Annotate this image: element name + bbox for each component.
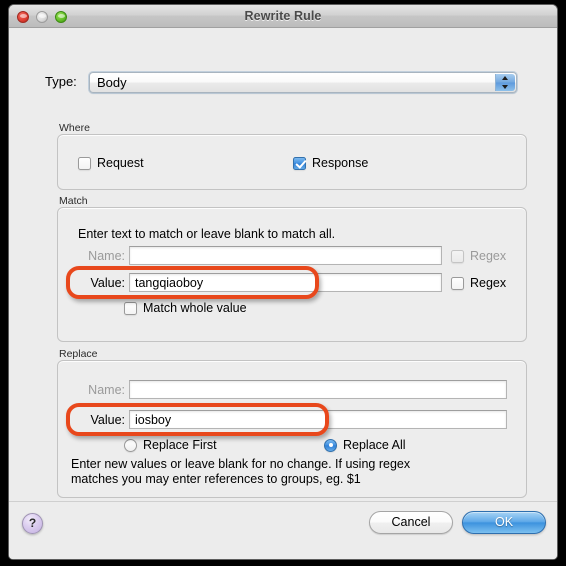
checkbox-match-whole-value[interactable]: Match whole value — [124, 301, 247, 315]
replace-name-input[interactable] — [129, 380, 507, 399]
chevron-updown-icon — [495, 74, 515, 91]
radio-replace-all[interactable]: Replace All — [324, 438, 406, 452]
checkbox-response[interactable]: Response — [293, 156, 368, 170]
replace-group-label: Replace — [59, 348, 98, 360]
window-title: Rewrite Rule — [244, 9, 322, 23]
type-row: Type: Body — [9, 72, 557, 94]
replace-value-label: Value: — [90, 413, 125, 427]
radio-replace-all-label: Replace All — [343, 438, 406, 452]
match-group-label: Match — [59, 195, 88, 207]
window-titlebar: Rewrite Rule — [9, 5, 557, 28]
checkbox-response-box[interactable] — [293, 156, 306, 170]
cancel-button[interactable]: Cancel — [369, 511, 453, 534]
type-select[interactable]: Body — [89, 72, 517, 93]
match-name-input[interactable] — [129, 246, 442, 265]
radio-replace-first-dot[interactable] — [124, 438, 137, 452]
replace-hint-line-1: Enter new values or leave blank for no c… — [71, 457, 411, 471]
match-value-label: Value: — [90, 276, 125, 290]
replace-name-label: Name: — [88, 383, 125, 397]
match-name-label: Name: — [88, 249, 125, 263]
checkbox-match-value-regex-label: Regex — [470, 276, 507, 290]
replace-hint-line-2: matches you may enter references to grou… — [71, 472, 361, 486]
match-hint: Enter text to match or leave blank to ma… — [78, 227, 336, 241]
match-value-input[interactable]: tangqiaoboy — [129, 273, 442, 292]
type-label: Type: — [45, 74, 77, 89]
checkbox-match-whole-value-label: Match whole value — [143, 301, 247, 315]
match-value-text: tangqiaoboy — [135, 276, 204, 290]
dialog-footer: ? Cancel OK — [9, 501, 557, 559]
checkbox-match-value-regex-box[interactable] — [451, 276, 464, 290]
radio-replace-first[interactable]: Replace First — [124, 438, 217, 452]
checkbox-match-name-regex: Regex — [451, 249, 506, 263]
where-group-label: Where — [59, 122, 90, 134]
dialog-content: Type: Body Where Request Response Match … — [9, 28, 557, 559]
type-select-value: Body — [97, 75, 127, 90]
ok-button[interactable]: OK — [462, 511, 546, 534]
checkbox-request[interactable]: Request — [78, 156, 144, 170]
checkbox-match-whole-value-box[interactable] — [124, 301, 137, 315]
checkbox-request-label: Request — [97, 156, 144, 170]
checkbox-response-label: Response — [312, 156, 369, 170]
radio-replace-all-dot[interactable] — [324, 438, 337, 452]
replace-value-input[interactable]: iosboy — [129, 410, 507, 429]
checkbox-match-name-regex-box — [451, 249, 464, 263]
checkbox-request-box[interactable] — [78, 156, 91, 170]
checkbox-match-name-regex-label: Regex — [470, 249, 507, 263]
help-button[interactable]: ? — [22, 513, 43, 534]
radio-replace-first-label: Replace First — [143, 438, 217, 452]
replace-value-text: iosboy — [135, 413, 172, 427]
checkbox-match-value-regex[interactable]: Regex — [451, 276, 506, 290]
rewrite-rule-window: Rewrite Rule Type: Body Where Request Re… — [8, 4, 558, 560]
